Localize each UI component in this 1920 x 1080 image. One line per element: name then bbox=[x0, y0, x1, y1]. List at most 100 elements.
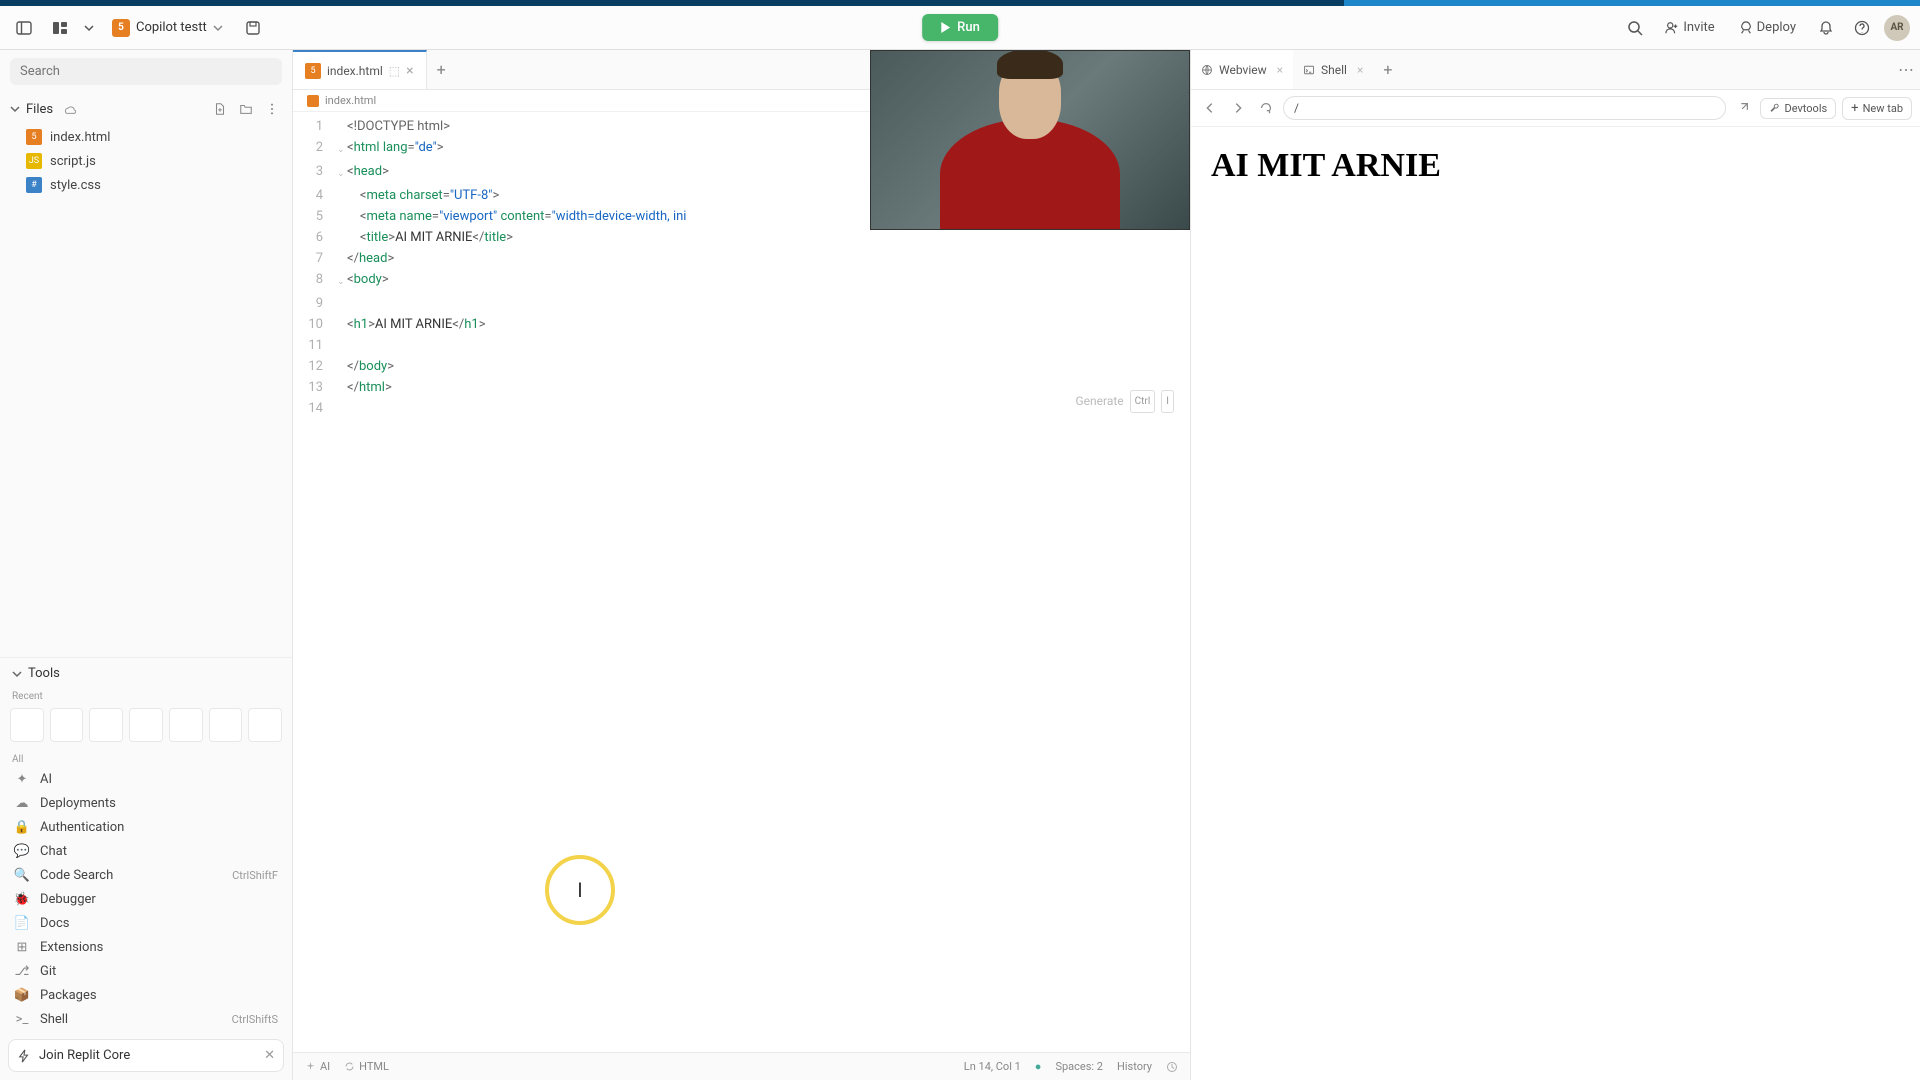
new-folder-icon[interactable] bbox=[236, 99, 256, 119]
code-line[interactable]: 7</head> bbox=[293, 248, 1190, 269]
help-icon[interactable] bbox=[1848, 14, 1876, 42]
tool-item-git[interactable]: ⎇Git bbox=[0, 959, 292, 983]
fold-marker[interactable] bbox=[337, 314, 347, 335]
deploy-button[interactable]: Deploy bbox=[1731, 16, 1804, 39]
recent-item[interactable] bbox=[129, 708, 163, 742]
fold-marker[interactable] bbox=[337, 227, 347, 248]
rocket-icon bbox=[1739, 21, 1753, 35]
tool-item-packages[interactable]: 📦Packages bbox=[0, 983, 292, 1007]
fold-marker[interactable] bbox=[337, 185, 347, 206]
code-line[interactable]: 13</html> bbox=[293, 377, 1190, 398]
fold-marker[interactable]: ⌄ bbox=[337, 161, 347, 185]
layout-icon[interactable] bbox=[46, 14, 74, 42]
fold-marker[interactable] bbox=[337, 335, 347, 356]
tool-item-debugger[interactable]: 🐞Debugger bbox=[0, 887, 292, 911]
save-icon[interactable] bbox=[239, 14, 267, 42]
line-number: 5 bbox=[293, 206, 337, 227]
tool-item-chat[interactable]: 💬Chat bbox=[0, 839, 292, 863]
status-position[interactable]: Ln 14, Col 1 bbox=[964, 1060, 1021, 1073]
cloud-sync-icon[interactable] bbox=[59, 99, 79, 119]
code-line[interactable]: 14 bbox=[293, 398, 1190, 419]
search-input[interactable] bbox=[10, 58, 282, 85]
bell-icon[interactable] bbox=[1812, 14, 1840, 42]
tool-label: Shell bbox=[40, 1012, 68, 1027]
file-item[interactable]: #style.css bbox=[0, 173, 292, 197]
tools-header[interactable]: Tools bbox=[0, 657, 292, 689]
reload-icon[interactable] bbox=[1255, 97, 1277, 119]
tool-label: Docs bbox=[40, 916, 69, 931]
toggle-sidebar-icon[interactable] bbox=[10, 14, 38, 42]
tool-item-deployments[interactable]: ☁Deployments bbox=[0, 791, 292, 815]
fold-marker[interactable] bbox=[337, 377, 347, 398]
avatar[interactable]: AR bbox=[1884, 15, 1910, 41]
close-icon[interactable]: ✕ bbox=[264, 1048, 275, 1063]
tool-item-code-search[interactable]: 🔍Code SearchCtrlShiftF bbox=[0, 863, 292, 887]
project-selector[interactable]: 5 Copilot testt bbox=[104, 15, 231, 41]
code-line[interactable]: 9 bbox=[293, 293, 1190, 314]
fold-marker[interactable] bbox=[337, 293, 347, 314]
recent-item[interactable] bbox=[50, 708, 84, 742]
code-line[interactable]: 10<h1>AI MIT ARNIE</h1> bbox=[293, 314, 1190, 335]
close-icon[interactable]: × bbox=[406, 63, 413, 79]
recent-tools bbox=[0, 704, 292, 752]
tab-index-html[interactable]: 5 index.html ⬚ × bbox=[293, 50, 427, 89]
status-spaces[interactable]: Spaces: 2 bbox=[1055, 1060, 1103, 1073]
fold-marker[interactable] bbox=[337, 356, 347, 377]
search-icon[interactable] bbox=[1621, 14, 1649, 42]
fold-marker[interactable] bbox=[337, 398, 347, 419]
project-icon: 5 bbox=[112, 19, 130, 37]
history-icon[interactable] bbox=[1166, 1061, 1178, 1073]
fold-marker[interactable]: ⌄ bbox=[337, 269, 347, 293]
status-history[interactable]: History bbox=[1117, 1060, 1152, 1073]
forward-icon[interactable] bbox=[1227, 97, 1249, 119]
file-item[interactable]: 5index.html bbox=[0, 125, 292, 149]
code-line[interactable]: 11 bbox=[293, 335, 1190, 356]
recent-item[interactable] bbox=[169, 708, 203, 742]
open-external-icon[interactable] bbox=[1732, 97, 1754, 119]
recent-item[interactable] bbox=[89, 708, 123, 742]
new-tab-button[interactable]: + bbox=[1373, 60, 1402, 79]
tab-overflow-icon[interactable]: ⋯ bbox=[1892, 60, 1920, 79]
tool-icon: ⎇ bbox=[14, 963, 30, 979]
line-content: </head> bbox=[347, 248, 394, 269]
url-input[interactable] bbox=[1283, 96, 1726, 120]
recent-item[interactable] bbox=[10, 708, 44, 742]
status-lang[interactable]: HTML bbox=[344, 1060, 389, 1073]
code-line[interactable]: 6 <title>AI MIT ARNIE</title> bbox=[293, 227, 1190, 248]
fold-marker[interactable] bbox=[337, 248, 347, 269]
code-line[interactable]: 8⌄<body> bbox=[293, 269, 1190, 293]
tab-webview[interactable]: Webview× bbox=[1191, 50, 1293, 89]
close-icon[interactable]: × bbox=[1357, 63, 1363, 77]
new-tab-button[interactable]: +New tab bbox=[1842, 97, 1912, 120]
more-icon[interactable] bbox=[262, 99, 282, 119]
code-line[interactable]: 12</body> bbox=[293, 356, 1190, 377]
tool-item-docs[interactable]: 📄Docs bbox=[0, 911, 292, 935]
recent-item[interactable] bbox=[248, 708, 282, 742]
file-item[interactable]: JSscript.js bbox=[0, 149, 292, 173]
new-file-icon[interactable] bbox=[210, 99, 230, 119]
tool-item-authentication[interactable]: 🔒Authentication bbox=[0, 815, 292, 839]
join-core-banner[interactable]: Join Replit Core ✕ bbox=[8, 1039, 284, 1072]
code-editor[interactable]: Generate Ctrl I 1<!DOCTYPE html>2⌄<html … bbox=[293, 112, 1190, 1052]
tool-item-extensions[interactable]: ⊞Extensions bbox=[0, 935, 292, 959]
fold-marker[interactable] bbox=[337, 206, 347, 227]
generate-hint[interactable]: Generate Ctrl I bbox=[1075, 390, 1174, 413]
recent-item[interactable] bbox=[209, 708, 243, 742]
tab-shell[interactable]: Shell× bbox=[1293, 50, 1373, 89]
status-ai[interactable]: AI bbox=[305, 1060, 330, 1073]
wrench-icon bbox=[1769, 103, 1780, 114]
back-icon[interactable] bbox=[1199, 97, 1221, 119]
close-icon[interactable]: × bbox=[1277, 63, 1283, 77]
run-button[interactable]: Run bbox=[922, 14, 998, 41]
tool-item-shell[interactable]: >_ShellCtrlShiftS bbox=[0, 1007, 292, 1031]
html-icon bbox=[307, 95, 319, 107]
tool-item-ai[interactable]: ✦AI bbox=[0, 767, 292, 791]
invite-button[interactable]: Invite bbox=[1657, 16, 1722, 39]
files-header[interactable]: Files bbox=[0, 93, 292, 125]
chevron-down-icon[interactable] bbox=[82, 14, 96, 42]
fold-marker[interactable] bbox=[337, 116, 347, 137]
fold-marker[interactable]: ⌄ bbox=[337, 137, 347, 161]
all-label: All bbox=[0, 752, 292, 767]
new-tab-button[interactable]: + bbox=[427, 60, 456, 79]
devtools-button[interactable]: Devtools bbox=[1760, 98, 1836, 119]
